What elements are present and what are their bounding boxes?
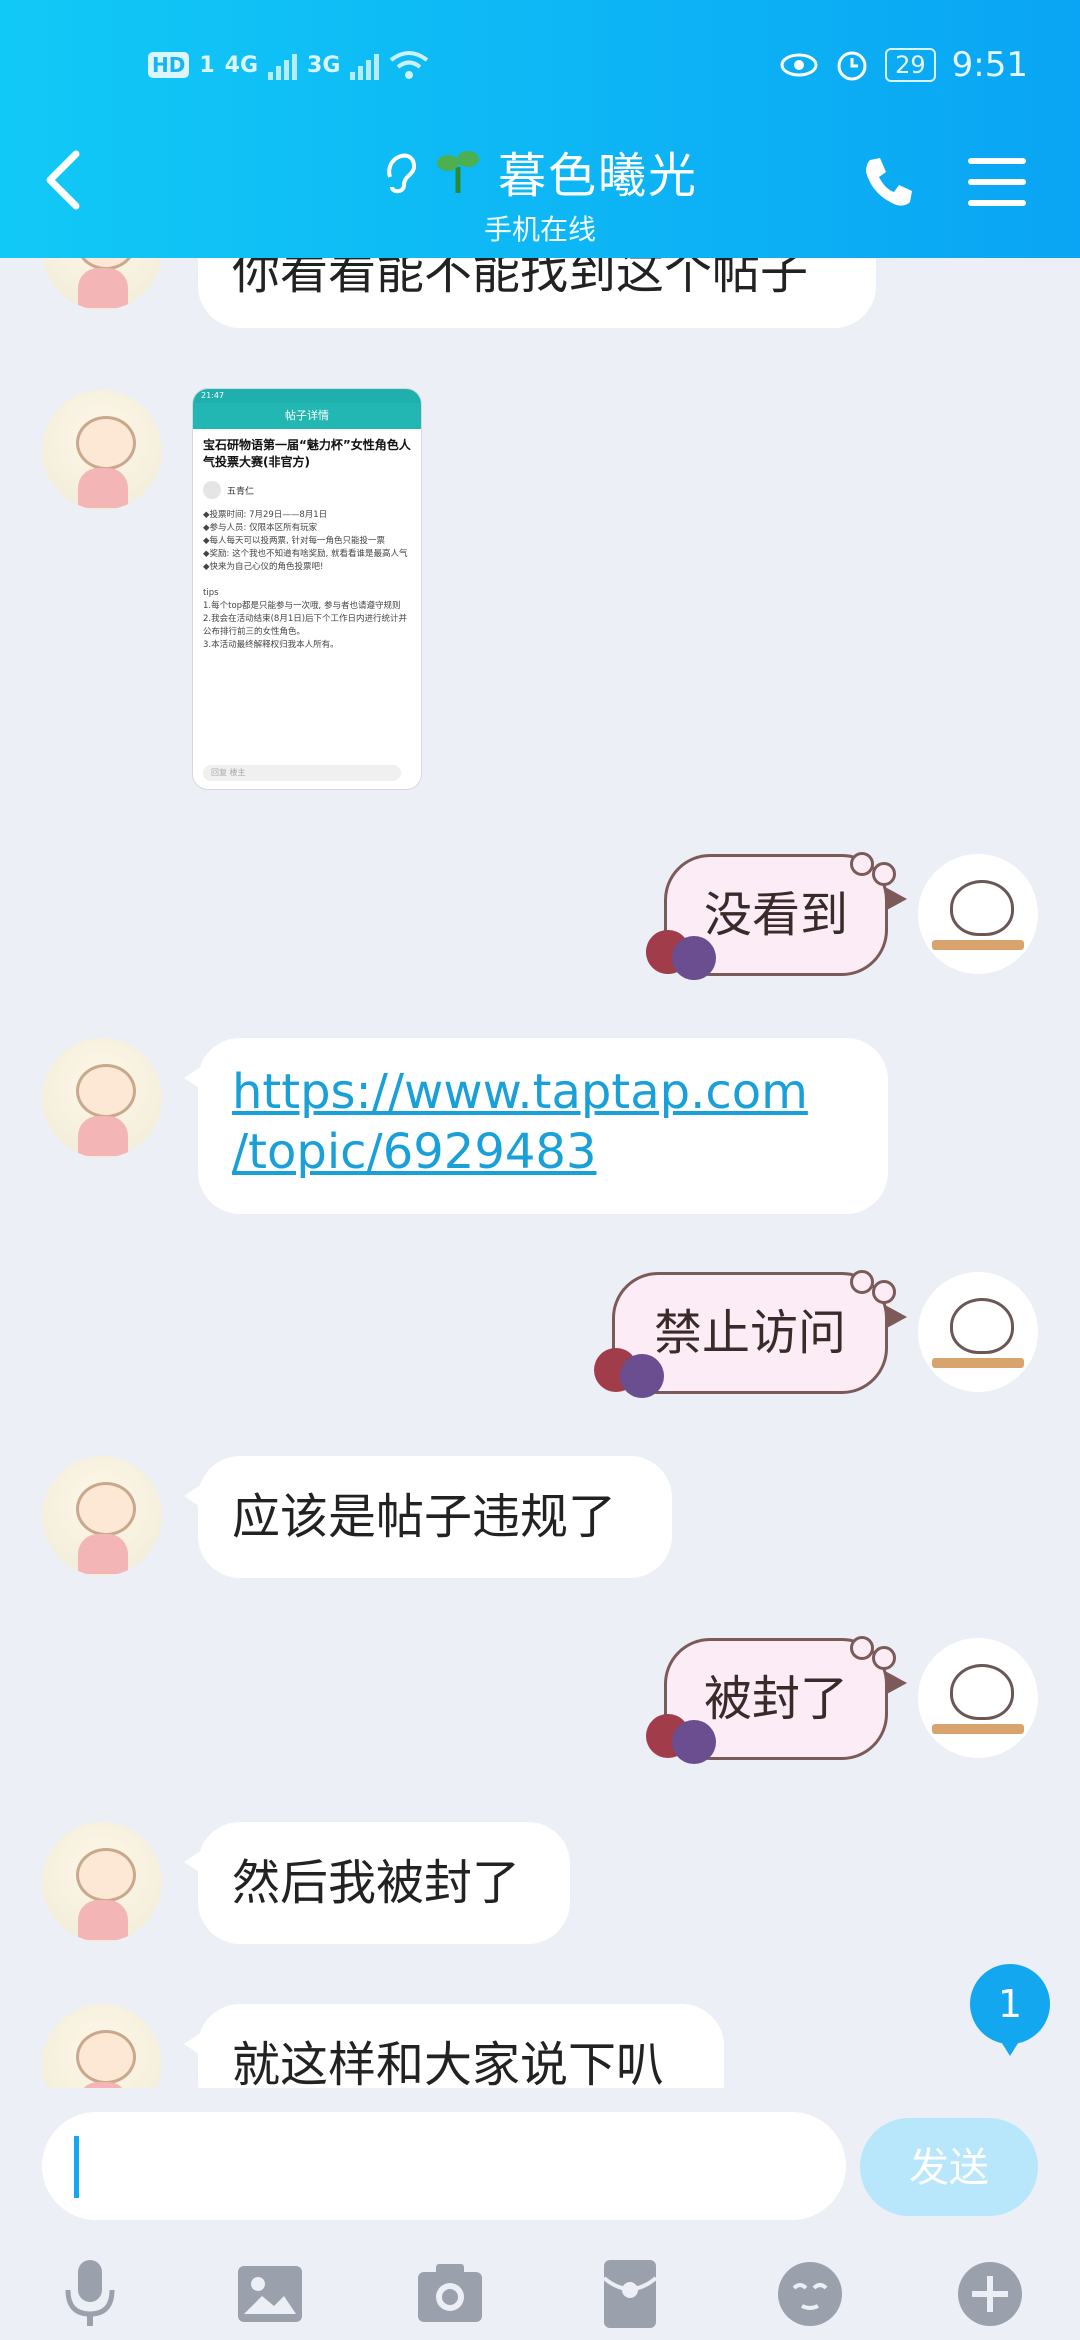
avatar[interactable] xyxy=(42,2004,162,2088)
yarn-decoration xyxy=(646,1708,718,1768)
hearts-decoration xyxy=(850,1266,896,1304)
signal-icon xyxy=(268,50,298,80)
message-bubble[interactable]: 你看看能不能找到这个帖子 xyxy=(184,258,876,328)
plus-icon[interactable] xyxy=(952,2256,1028,2332)
contact-name: 暮色曦光 xyxy=(497,148,698,204)
message-link[interactable]: https://www.taptap.com xyxy=(232,1062,854,1122)
image-icon[interactable] xyxy=(232,2256,308,2332)
message-text: 然后我被封了 xyxy=(232,1855,521,1911)
microphone-icon[interactable] xyxy=(52,2256,128,2332)
text-caret xyxy=(74,2136,79,2198)
menu-icon[interactable] xyxy=(968,158,1026,206)
emoji-icon[interactable] xyxy=(772,2256,848,2332)
message-bubble[interactable]: 然后我被封了 xyxy=(184,1822,570,1944)
thumb-nav-title: 帖子详情 xyxy=(193,403,421,429)
send-button[interactable]: 发送 xyxy=(860,2118,1038,2216)
alarm-icon xyxy=(837,51,867,81)
thumb-time: 21:47 xyxy=(201,391,225,400)
image-message[interactable]: 21:47 帖子详情 宝石研物语第一届“魅力杯”女性角色人气投票大赛(非官方) … xyxy=(192,388,422,790)
thumb-author-avatar xyxy=(203,481,221,499)
signal-icon xyxy=(350,50,380,80)
phone-icon[interactable] xyxy=(860,154,916,210)
message-bubble[interactable]: 就这样和大家说下叭 xyxy=(184,2004,724,2088)
message-list[interactable]: 你看看能不能找到这个帖子 21:47 帖子详情 宝石研物语第一届“魅力杯”女性角… xyxy=(0,258,1080,2088)
unread-badge[interactable]: 1 xyxy=(970,1964,1050,2056)
toolbar xyxy=(0,2248,1080,2340)
online-status: 手机在线 xyxy=(483,213,596,246)
thumb-author-name: 五青仁 xyxy=(227,486,255,497)
sprout-icon xyxy=(436,151,479,193)
message-text: 没看到 xyxy=(703,887,848,943)
message-input[interactable] xyxy=(42,2112,846,2220)
thumb-reply-input: 回复 楼主 xyxy=(203,765,401,781)
eye-icon xyxy=(780,53,818,77)
avatar[interactable] xyxy=(42,1822,162,1942)
sim-index: 1 xyxy=(199,52,215,78)
avatar[interactable] xyxy=(42,1038,162,1158)
input-bar: 发送 xyxy=(0,2088,1080,2340)
chat-title-area[interactable]: 暮色曦光 手机在线 xyxy=(0,136,1080,248)
battery-indicator: 29 xyxy=(885,48,936,82)
avatar[interactable] xyxy=(42,1456,162,1576)
status-bar-right: 29 9:51 xyxy=(779,40,1028,90)
red-packet-icon[interactable] xyxy=(592,2256,668,2332)
message-bubble[interactable]: https://www.taptap.com /topic/6929483 xyxy=(184,1038,888,1214)
message-bubble[interactable]: 应该是帖子违规了 xyxy=(184,1456,672,1578)
my-avatar[interactable] xyxy=(918,854,1038,974)
message-link[interactable]: /topic/6929483 xyxy=(232,1122,854,1182)
network-type-1: 4G xyxy=(224,52,259,78)
hearts-decoration xyxy=(850,848,896,886)
message-text: 你看看能不能找到这个帖子 xyxy=(232,258,809,300)
yarn-decoration xyxy=(594,1342,666,1402)
wifi-icon xyxy=(390,51,429,79)
thumb-status-bar: 21:47 xyxy=(193,389,421,403)
network-type-2: 3G xyxy=(307,52,341,78)
thumb-post-title: 宝石研物语第一届“魅力杯”女性角色人气投票大赛(非官方) xyxy=(203,438,411,469)
chat-header: HD 1 4G 3G 29 9:51 暮色曦光 手机在线 xyxy=(0,0,1080,258)
camera-icon[interactable] xyxy=(412,2256,488,2332)
message-text: 被封了 xyxy=(703,1671,848,1727)
time: 9:51 xyxy=(951,45,1028,85)
ear-icon xyxy=(387,153,416,194)
message-text: 应该是帖子违规了 xyxy=(232,1489,617,1545)
message-text: 禁止访问 xyxy=(653,1305,846,1361)
status-bar-left: HD 1 4G 3G xyxy=(148,44,429,86)
avatar[interactable] xyxy=(42,258,162,310)
message-text: 就这样和大家说下叭 xyxy=(232,2037,665,2088)
my-avatar[interactable] xyxy=(918,1638,1038,1758)
thumb-author: 五青仁 xyxy=(193,475,421,505)
hd-badge: HD xyxy=(148,52,190,78)
thumb-post-body: ◆投票时间: 7月29日——8月1日 ◆参与人员: 仅限本区所有玩家 ◆每人每天… xyxy=(203,510,408,650)
avatar[interactable] xyxy=(42,390,162,510)
hearts-decoration xyxy=(850,1632,896,1670)
my-avatar[interactable] xyxy=(918,1272,1038,1392)
yarn-decoration xyxy=(646,924,718,984)
